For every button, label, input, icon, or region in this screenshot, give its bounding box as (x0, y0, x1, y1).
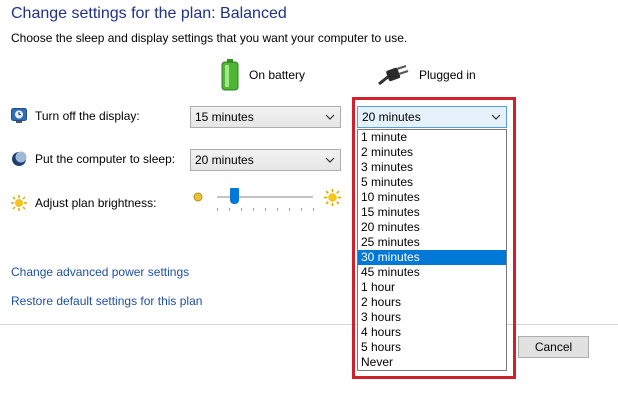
cancel-button[interactable]: Cancel (518, 336, 589, 358)
advanced-power-settings-link[interactable]: Change advanced power settings (11, 265, 189, 279)
display-plugged-dropdown-list: 1 minute 2 minutes 3 minutes 5 minutes 10 mi… (357, 129, 507, 371)
display-label: Turn off the display: (35, 109, 140, 123)
dropdown-option[interactable]: 25 minutes (358, 235, 506, 250)
dropdown-option[interactable]: 45 minutes (358, 265, 506, 280)
dropdown-option[interactable]: 3 hours (358, 310, 506, 325)
sleep-row-label: Put the computer to sleep: (11, 151, 175, 167)
brightness-row-label: Adjust plan brightness: (11, 195, 156, 211)
slider-tick (313, 208, 314, 211)
power-plug-icon (378, 65, 409, 86)
display-plugged-select[interactable]: 20 minutes (357, 106, 507, 128)
page-title: Change settings for the plan: Balanced (11, 5, 287, 22)
dropdown-option[interactable]: 15 minutes (358, 205, 506, 220)
on-battery-label: On battery (249, 68, 306, 82)
display-row-label: Turn off the display: (11, 108, 140, 124)
battery-icon (221, 59, 239, 91)
slider-tick (265, 208, 266, 211)
brightness-label: Adjust plan brightness: (35, 196, 157, 210)
on-battery-header: On battery (221, 58, 305, 92)
footer-divider (0, 324, 618, 325)
plugged-in-header: Plugged in (377, 62, 476, 88)
monitor-icon (11, 108, 27, 123)
display-battery-select[interactable]: 15 minutes (190, 106, 341, 128)
brightness-slider-thumb[interactable] (230, 188, 240, 204)
plugged-in-label: Plugged in (419, 68, 476, 82)
slider-tick (241, 208, 242, 211)
dropdown-option[interactable]: 5 hours (358, 340, 506, 355)
dropdown-option[interactable]: Never (358, 355, 506, 370)
dropdown-option[interactable]: 5 minutes (358, 175, 506, 190)
chevron-down-icon (325, 114, 335, 120)
page-subtitle: Choose the sleep and display settings th… (11, 31, 408, 45)
dropdown-option[interactable]: 2 hours (358, 295, 506, 310)
dropdown-option[interactable]: 1 minute (358, 130, 506, 145)
slider-tick (301, 208, 302, 211)
chevron-down-icon (325, 157, 335, 163)
dropdown-option[interactable]: 4 hours (358, 325, 506, 340)
display-plugged-value: 20 minutes (362, 110, 421, 124)
dropdown-option[interactable]: 30 minutes (358, 250, 506, 265)
dropdown-option[interactable]: 1 hour (358, 280, 506, 295)
slider-tick (277, 208, 278, 211)
moon-icon (12, 151, 27, 166)
sun-icon (11, 195, 27, 211)
dim-sun-icon (193, 192, 203, 202)
display-battery-value: 15 minutes (195, 110, 254, 124)
dropdown-option[interactable]: 2 minutes (358, 145, 506, 160)
bright-sun-icon (324, 189, 341, 206)
restore-defaults-link[interactable]: Restore default settings for this plan (11, 294, 202, 308)
slider-tick (289, 208, 290, 211)
dropdown-option[interactable]: 20 minutes (358, 220, 506, 235)
slider-tick (253, 208, 254, 211)
chevron-down-icon (491, 114, 501, 120)
sleep-label: Put the computer to sleep: (35, 152, 176, 166)
dropdown-option[interactable]: 10 minutes (358, 190, 506, 205)
slider-tick (229, 208, 230, 211)
dropdown-option[interactable]: 3 minutes (358, 160, 506, 175)
slider-tick (217, 208, 218, 211)
sleep-battery-select[interactable]: 20 minutes (190, 149, 341, 171)
sleep-battery-value: 20 minutes (195, 153, 254, 167)
